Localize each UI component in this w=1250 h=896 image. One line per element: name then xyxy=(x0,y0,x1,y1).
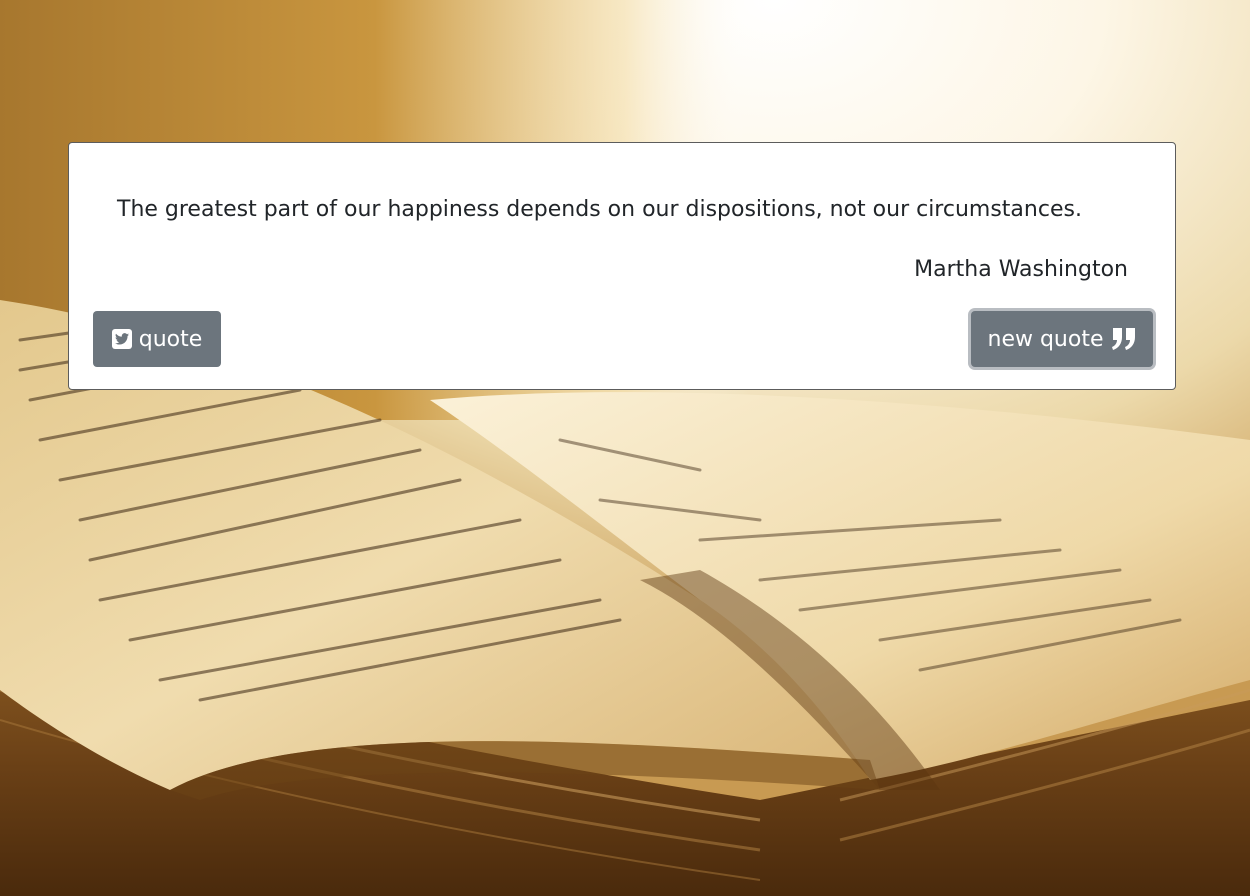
quote-right-icon xyxy=(1111,328,1137,350)
tweet-button-label: quote xyxy=(138,326,203,352)
twitter-square-icon xyxy=(111,329,132,349)
new-quote-button-label: new quote xyxy=(987,326,1104,352)
quote-author: Martha Washington xyxy=(914,257,1128,282)
quote-card: The greatest part of our happiness depen… xyxy=(68,142,1176,390)
tweet-quote-button[interactable]: quote xyxy=(93,311,221,367)
new-quote-button[interactable]: new quote xyxy=(971,311,1153,367)
quote-text: The greatest part of our happiness depen… xyxy=(117,197,1082,222)
book-background-image xyxy=(0,0,1250,896)
